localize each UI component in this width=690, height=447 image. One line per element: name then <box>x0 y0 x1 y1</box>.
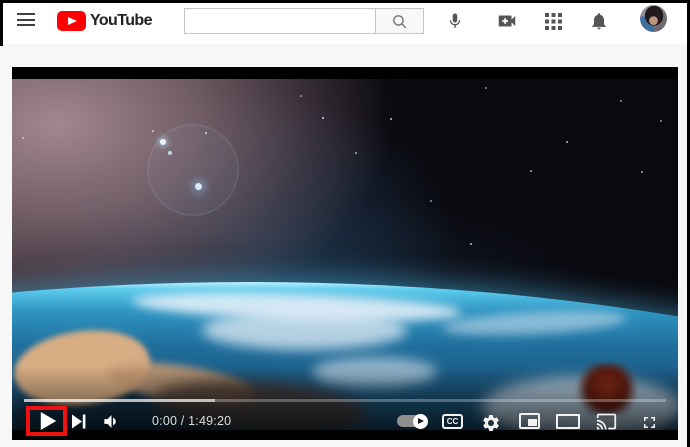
apps-button[interactable] <box>542 10 564 32</box>
settings-button[interactable] <box>480 412 501 433</box>
microphone-icon <box>446 12 464 30</box>
frame-border-top <box>0 0 690 3</box>
cast-icon <box>596 411 617 432</box>
create-video-button[interactable] <box>496 10 518 32</box>
cc-label: CC <box>447 417 459 426</box>
search-button[interactable] <box>375 8 424 34</box>
screenshot-root: YouTube <box>0 0 690 447</box>
video-player[interactable]: 0:00 / 1:49:20 CC <box>12 67 678 440</box>
youtube-header: YouTube <box>0 0 690 44</box>
search-bar <box>184 8 424 34</box>
miniplayer-icon <box>528 419 537 426</box>
voice-search-button[interactable] <box>444 10 466 32</box>
cast-button[interactable] <box>595 411 618 432</box>
fullscreen-button[interactable] <box>639 412 659 432</box>
time-display: 0:00 / 1:49:20 <box>152 414 231 428</box>
miniplayer-button[interactable] <box>519 413 540 429</box>
volume-icon <box>102 412 121 431</box>
youtube-logo[interactable]: YouTube <box>57 9 152 33</box>
notifications-bell-icon <box>589 11 609 31</box>
autoplay-toggle-knob-icon <box>413 414 428 429</box>
progress-bar[interactable] <box>24 399 666 402</box>
highlight-box-annotation <box>26 406 67 436</box>
theater-mode-button[interactable] <box>556 414 580 429</box>
youtube-play-badge-icon <box>57 11 86 31</box>
apps-grid-icon <box>545 13 562 30</box>
autoplay-toggle[interactable] <box>397 415 427 427</box>
captions-button[interactable]: CC <box>442 414 463 429</box>
create-video-icon <box>496 10 518 32</box>
youtube-wordmark: YouTube <box>90 12 152 30</box>
video-frame <box>12 79 678 430</box>
buffered-bar <box>24 399 215 402</box>
lens-flare-ring <box>147 124 239 216</box>
account-avatar[interactable] <box>640 5 667 32</box>
next-icon <box>72 414 86 429</box>
notifications-button[interactable] <box>588 10 610 32</box>
fullscreen-icon <box>640 413 659 432</box>
hamburger-menu-icon[interactable] <box>17 13 35 26</box>
search-icon <box>391 13 408 30</box>
search-input[interactable] <box>184 8 375 34</box>
volume-button[interactable] <box>100 411 122 431</box>
frame-border-left <box>0 0 3 46</box>
settings-gear-icon <box>481 413 501 433</box>
next-button[interactable] <box>69 412 89 430</box>
